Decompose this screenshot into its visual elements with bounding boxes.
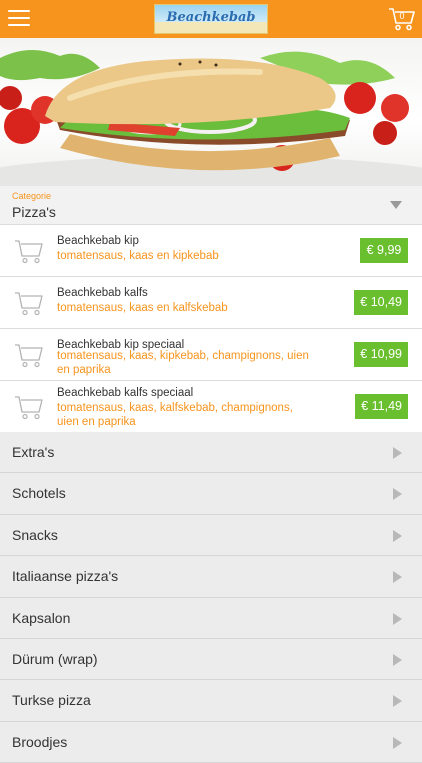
chevron-right-icon: [393, 447, 402, 459]
chevron-right-icon: [393, 612, 402, 625]
category-item[interactable]: Turkse pizza: [0, 680, 422, 722]
category-item[interactable]: Dürum (wrap): [0, 638, 422, 681]
category-list: Extra's Schotels Snacks Italiaanse pizza…: [0, 432, 422, 763]
product-description: tomatensaus, kaas, kalfskebab, champigno…: [57, 402, 293, 428]
price-button[interactable]: € 9,99: [360, 238, 408, 263]
chevron-right-icon: [393, 695, 402, 708]
product-name: Beachkebab kalfs speciaal: [57, 387, 194, 399]
add-to-cart-icon[interactable]: [14, 341, 44, 369]
product-row[interactable]: Beachkebab kip tomatensaus, kaas en kipk…: [0, 225, 422, 277]
hero-image: [0, 38, 422, 186]
product-list: Beachkebab kip tomatensaus, kaas en kipk…: [0, 225, 422, 433]
product-name: Beachkebab kip: [57, 235, 139, 247]
category-item-label: Schotels: [12, 485, 66, 502]
add-to-cart-icon[interactable]: [14, 237, 44, 265]
category-item-label: Kapsalon: [12, 609, 71, 626]
category-label: Categorie: [12, 191, 52, 201]
product-description: tomatensaus, kaas, kipkebab, champignons…: [57, 350, 309, 376]
product-description: tomatensaus, kaas en kipkebab: [57, 250, 219, 262]
shopping-cart-icon[interactable]: 0: [388, 6, 416, 32]
cart-count: 0: [399, 11, 405, 21]
price-button[interactable]: € 10,49: [354, 290, 408, 315]
category-item-label: Dürum (wrap): [12, 650, 98, 667]
category-dropdown[interactable]: Categorie Pizza's: [0, 186, 422, 225]
category-item[interactable]: Schotels: [0, 473, 422, 515]
category-item[interactable]: Snacks: [0, 514, 422, 557]
product-name: Beachkebab kalfs: [57, 287, 148, 299]
category-item[interactable]: Kapsalon: [0, 597, 422, 639]
price-button[interactable]: € 11,49: [355, 394, 408, 419]
category-item-label: Italiaanse pizza's: [12, 568, 119, 585]
chevron-right-icon: [393, 488, 402, 501]
add-to-cart-icon[interactable]: [14, 393, 44, 421]
chevron-down-icon: [390, 201, 402, 209]
category-value: Pizza's: [12, 204, 56, 220]
logo-text: Beachkebab: [166, 10, 256, 25]
product-row[interactable]: Beachkebab kalfs tomatensaus, kaas en ka…: [0, 277, 422, 329]
top-bar: Beachkebab 0: [0, 0, 422, 38]
chevron-right-icon: [393, 571, 402, 584]
product-row[interactable]: Beachkebab kalfs speciaal tomatensaus, k…: [0, 381, 422, 433]
hamburger-menu-icon[interactable]: [8, 10, 30, 28]
chevron-right-icon: [393, 653, 402, 666]
category-item-label: Turkse pizza: [12, 692, 91, 709]
category-item[interactable]: Extra's: [0, 432, 422, 474]
logo: Beachkebab: [154, 4, 268, 34]
category-item-label: Broodjes: [12, 733, 68, 750]
product-description: tomatensaus, kaas en kalfskebab: [57, 302, 228, 314]
category-item-label: Extra's: [12, 444, 55, 460]
category-item-label: Snacks: [12, 526, 58, 543]
price-button[interactable]: € 10,99: [354, 342, 408, 367]
category-item[interactable]: Italiaanse pizza's: [0, 556, 422, 598]
chevron-right-icon: [393, 529, 402, 542]
add-to-cart-icon[interactable]: [14, 289, 44, 317]
category-item[interactable]: Broodjes: [0, 721, 422, 763]
product-row[interactable]: Beachkebab kip speciaal tomatensaus, kaa…: [0, 329, 422, 381]
chevron-right-icon: [393, 736, 402, 749]
